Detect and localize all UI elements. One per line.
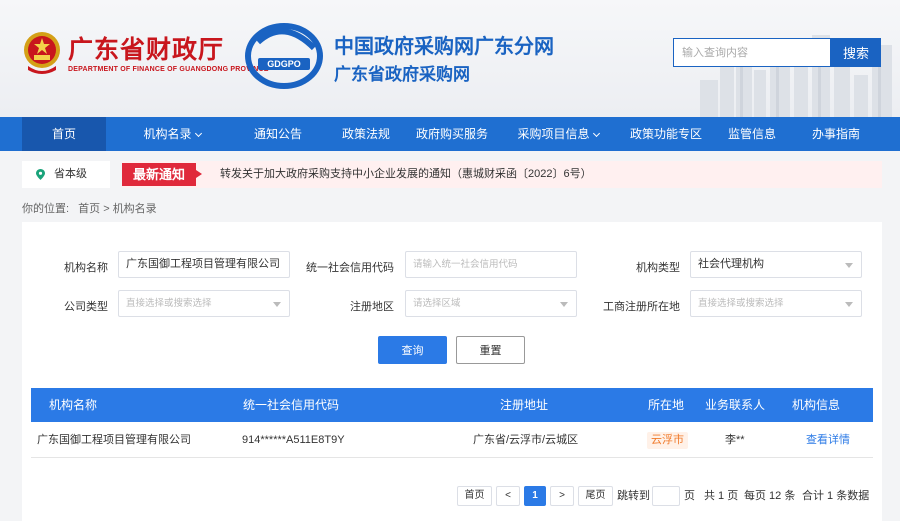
caret-down-icon bbox=[845, 302, 853, 307]
nav-item-supervision[interactable]: 监管信息 bbox=[718, 117, 786, 151]
table-row: 广东国御工程项目管理有限公司 914******A511E8T9Y 广东省/云浮… bbox=[31, 422, 873, 458]
page-next-button[interactable]: > bbox=[550, 486, 574, 506]
caret-down-icon bbox=[845, 263, 853, 268]
header-search-input[interactable] bbox=[673, 38, 831, 67]
breadcrumb-current: 机构名录 bbox=[112, 203, 157, 215]
nav-item-policy-zone[interactable]: 政策功能专区 bbox=[624, 117, 708, 151]
location-pin-icon bbox=[36, 169, 45, 180]
total-pages-text: 共 1 页 bbox=[704, 490, 739, 502]
biz-reg-select[interactable]: 直接选择或搜索选择 bbox=[690, 290, 862, 317]
nav-item-label: 政府购买服务 bbox=[415, 127, 488, 141]
page-first-button[interactable]: 首页 bbox=[457, 486, 492, 506]
reg-region-placeholder: 请选择区域 bbox=[413, 298, 461, 309]
org-type-label: 机构类型 bbox=[636, 262, 680, 274]
nav-item-label: 政策法规 bbox=[341, 127, 390, 141]
reset-button[interactable]: 重置 bbox=[456, 336, 525, 364]
org-type-select[interactable]: 社会代理机构 bbox=[690, 251, 862, 278]
national-emblem-icon bbox=[24, 32, 60, 74]
main-nav: 首页 机构名录 通知公告 政策法规 政府购买服务 采购项目信息 政策功能专区 监… bbox=[0, 117, 900, 151]
company-type-select[interactable]: 直接选择或搜索选择 bbox=[118, 290, 290, 317]
company-type-placeholder: 直接选择或搜索选择 bbox=[126, 298, 212, 309]
page-prev-button[interactable]: < bbox=[496, 486, 520, 506]
col-org-name: 机构名称 bbox=[49, 398, 98, 412]
chevron-down-icon bbox=[592, 129, 600, 138]
latest-notice-badge: 最新通知 bbox=[122, 163, 202, 186]
search-panel: 机构名称 广东国御工程项目管理有限公司 统一社会信用代码 请输入统一社会信用代码… bbox=[22, 222, 882, 521]
reg-region-label: 注册地区 bbox=[350, 301, 394, 313]
per-page-text: 每页 12 条 bbox=[744, 490, 796, 502]
nav-item-label: 机构名录 bbox=[143, 127, 192, 141]
org-type-value: 社会代理机构 bbox=[698, 258, 764, 270]
dept-name-cn: 广东省财政厅 bbox=[68, 35, 225, 64]
cell-contact: 李** bbox=[725, 434, 745, 446]
page-last-button[interactable]: 尾页 bbox=[578, 486, 613, 506]
gdgpo-logo: GDGPO bbox=[245, 23, 323, 89]
reg-region-select[interactable]: 请选择区域 bbox=[405, 290, 577, 317]
nav-item-gov-services[interactable]: 政府购买服务 bbox=[410, 117, 494, 151]
org-name-label: 机构名称 bbox=[64, 262, 108, 274]
breadcrumb-prefix: 你的位置: bbox=[22, 203, 70, 215]
nav-item-label: 办事指南 bbox=[811, 127, 860, 141]
col-reg-address: 注册地址 bbox=[500, 398, 549, 412]
view-details-link[interactable]: 查看详情 bbox=[806, 422, 850, 458]
nav-item-label: 通知公告 bbox=[253, 127, 302, 141]
nav-item-label: 监管信息 bbox=[727, 127, 776, 141]
col-org-info: 机构信息 bbox=[792, 398, 841, 412]
biz-reg-label: 工商注册所在地 bbox=[603, 301, 680, 313]
breadcrumb-separator: > bbox=[103, 203, 110, 215]
header-search-button[interactable]: 搜索 bbox=[831, 38, 881, 67]
nav-item-label: 采购项目信息 bbox=[517, 127, 590, 141]
caret-down-icon bbox=[273, 302, 281, 307]
breadcrumb: 你的位置: 首页 > 机构名录 bbox=[22, 200, 157, 216]
nav-item-notices[interactable]: 通知公告 bbox=[243, 117, 313, 151]
nav-item-label: 政策功能专区 bbox=[629, 127, 702, 141]
page-unit-label: 页 bbox=[684, 490, 695, 502]
credit-code-label: 统一社会信用代码 bbox=[306, 262, 394, 274]
notice-link[interactable]: 转发关于加大政府采购支持中小企业发展的通知（惠城财采函〔2022〕6号） bbox=[220, 161, 592, 188]
nav-item-policies[interactable]: 政策法规 bbox=[331, 117, 401, 151]
nav-item-guide[interactable]: 办事指南 bbox=[802, 117, 870, 151]
results-table-header: 机构名称 统一社会信用代码 注册地址 所在地 业务联系人 机构信息 bbox=[31, 388, 873, 422]
page-jump-input[interactable] bbox=[652, 486, 680, 506]
col-location: 所在地 bbox=[648, 398, 685, 412]
breadcrumb-home[interactable]: 首页 bbox=[78, 203, 100, 215]
dept-name-en: DEPARTMENT OF FINANCE OF GUANGDONG PROVI… bbox=[68, 66, 269, 73]
caret-down-icon bbox=[560, 302, 568, 307]
city-tag: 云浮市 bbox=[647, 432, 688, 449]
level-label: 省本级 bbox=[54, 168, 87, 180]
gdgpo-logo-text: GDGPO bbox=[267, 59, 301, 69]
biz-reg-placeholder: 直接选择或搜索选择 bbox=[698, 298, 784, 309]
cell-credit-code: 914******A511E8T9Y bbox=[242, 434, 345, 446]
notice-strip: 最新通知 转发关于加大政府采购支持中小企业发展的通知（惠城财采函〔2022〕6号… bbox=[122, 161, 882, 188]
pagination: 首页 < 1 > 尾页 跳转到 页 共 1 页 每页 12 条 合计 1 条数据 bbox=[22, 486, 882, 506]
notice-bar: 省本级 最新通知 转发关于加大政府采购支持中小企业发展的通知（惠城财采函〔202… bbox=[22, 161, 882, 188]
site-title-secondary: 广东省政府采购网 bbox=[334, 65, 470, 84]
nav-item-home[interactable]: 首页 bbox=[22, 117, 106, 151]
org-name-input[interactable]: 广东国御工程项目管理有限公司 bbox=[118, 251, 290, 278]
nav-item-procurement-info[interactable]: 采购项目信息 bbox=[510, 117, 606, 151]
jump-to-label: 跳转到 bbox=[617, 490, 650, 502]
company-type-label: 公司类型 bbox=[64, 301, 108, 313]
nav-item-label: 首页 bbox=[51, 127, 76, 141]
query-button[interactable]: 查询 bbox=[378, 336, 447, 364]
col-contact: 业务联系人 bbox=[705, 398, 766, 412]
nav-item-org-directory[interactable]: 机构名录 bbox=[130, 117, 214, 151]
cell-reg-address: 广东省/云浮市/云城区 bbox=[473, 434, 579, 446]
site-title-primary: 中国政府采购网广东分网 bbox=[334, 36, 554, 58]
page-current-button[interactable]: 1 bbox=[524, 486, 546, 506]
col-credit-code: 统一社会信用代码 bbox=[243, 398, 340, 412]
credit-code-input[interactable]: 请输入统一社会信用代码 bbox=[405, 251, 577, 278]
site-header: 广东省财政厅 DEPARTMENT OF FINANCE OF GUANGDON… bbox=[0, 0, 900, 117]
cell-org-name: 广东国御工程项目管理有限公司 bbox=[37, 434, 191, 446]
total-records-text: 合计 1 条数据 bbox=[802, 490, 870, 502]
chevron-down-icon bbox=[194, 129, 202, 138]
level-selector[interactable]: 省本级 bbox=[22, 161, 110, 188]
